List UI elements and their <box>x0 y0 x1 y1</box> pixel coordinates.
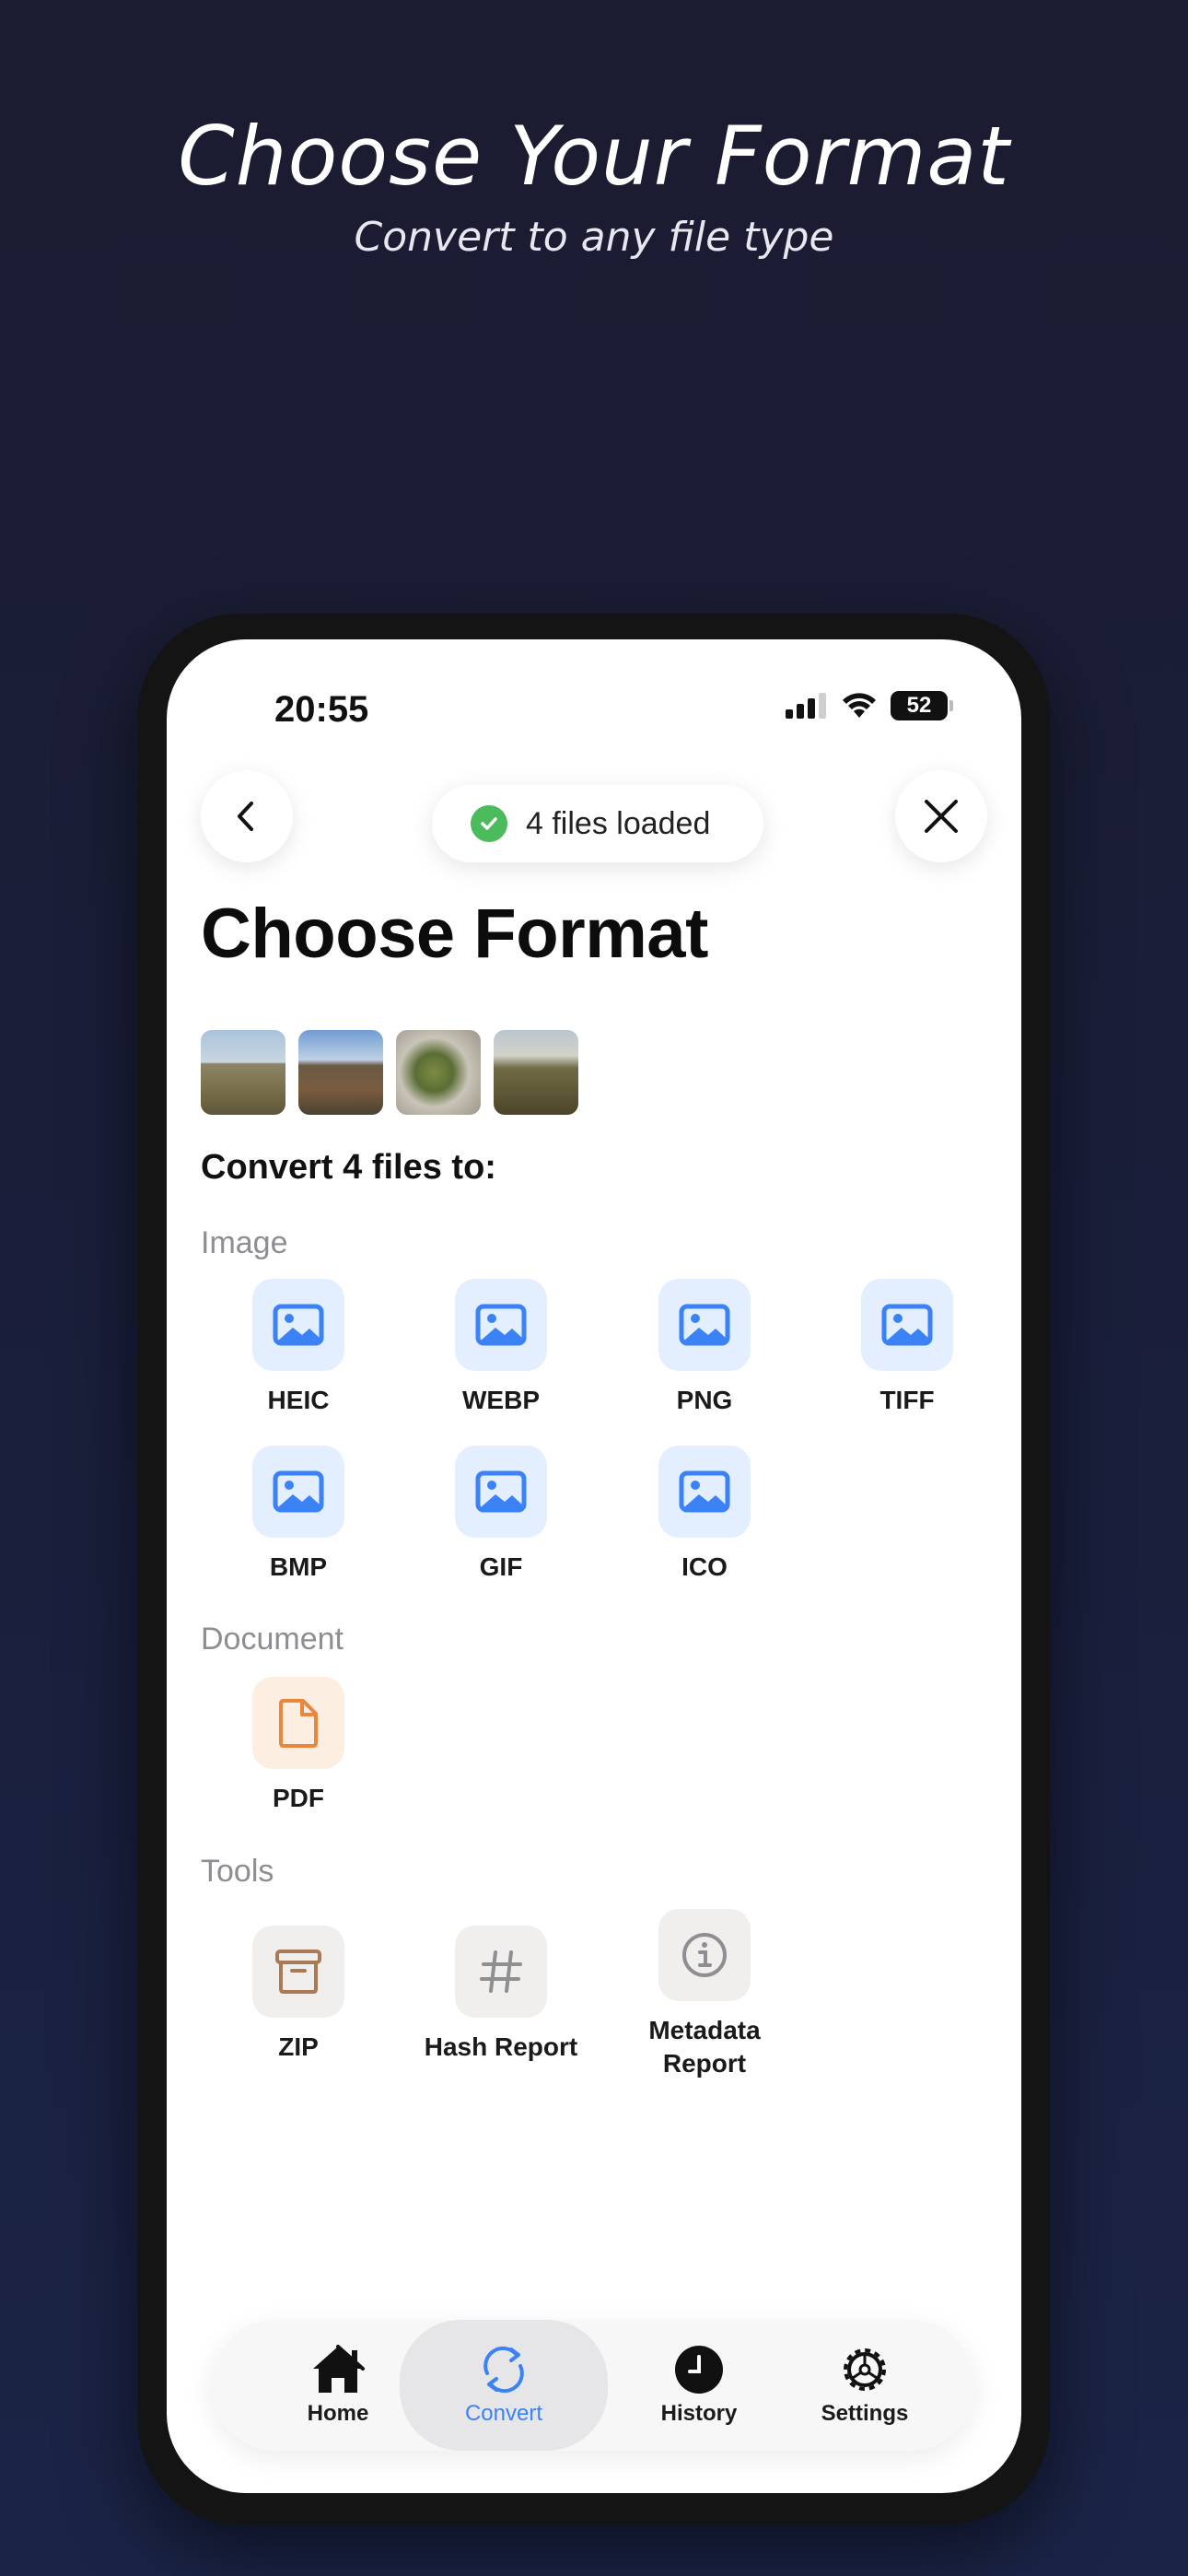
back-button[interactable] <box>201 770 293 862</box>
tool-zip[interactable]: ZIP <box>206 1926 390 2064</box>
tab-history[interactable]: History <box>625 2320 773 2451</box>
tab-label: Settings <box>821 2401 909 2426</box>
format-label: WEBP <box>462 1386 540 1414</box>
format-label: TIFF <box>879 1386 935 1414</box>
document-icon <box>252 1677 344 1769</box>
format-label: BMP <box>269 1552 328 1581</box>
format-label: GIF <box>479 1552 523 1581</box>
image-icon <box>455 1279 547 1371</box>
section-label-document: Document <box>201 1622 344 1657</box>
format-label: PNG <box>676 1386 733 1414</box>
wifi-icon <box>843 693 876 718</box>
tab-label: History <box>660 2401 738 2426</box>
close-button[interactable] <box>895 770 987 862</box>
section-label-tools: Tools <box>201 1854 274 1889</box>
toast-text: 4 files loaded <box>526 805 711 841</box>
format-tiff[interactable]: TIFF <box>815 1279 999 1417</box>
tool-label: Hash Report <box>424 2032 578 2061</box>
tab-settings[interactable]: Settings <box>791 2320 938 2451</box>
format-png[interactable]: PNG <box>612 1279 797 1417</box>
archive-box-icon <box>252 1926 344 2018</box>
tool-label: Metadata Report <box>648 2016 761 2078</box>
battery-icon: 52 <box>891 691 953 720</box>
tool-metadata-report[interactable]: Metadata Report <box>612 1909 797 2080</box>
hash-icon <box>455 1926 547 2018</box>
image-icon <box>252 1279 344 1371</box>
tab-label: Convert <box>464 2401 543 2426</box>
format-label: PDF <box>273 1784 324 1812</box>
format-label: HEIC <box>267 1386 330 1414</box>
image-icon <box>658 1446 751 1538</box>
file-thumbnail[interactable] <box>298 1030 383 1115</box>
page-title: Choose Format <box>201 895 708 973</box>
file-thumbnail[interactable] <box>494 1030 578 1115</box>
clock-icon <box>625 2342 773 2397</box>
gear-icon <box>791 2342 938 2397</box>
info-icon <box>658 1909 751 2001</box>
format-webp[interactable]: WEBP <box>409 1279 593 1417</box>
tab-convert[interactable]: Convert <box>400 2320 608 2451</box>
tool-label: ZIP <box>278 2032 319 2061</box>
files-loaded-toast: 4 files loaded <box>432 785 763 862</box>
file-thumbnail[interactable] <box>396 1030 481 1115</box>
convert-arrows-icon <box>400 2342 608 2397</box>
image-icon <box>252 1446 344 1538</box>
format-ico[interactable]: ICO <box>612 1446 797 1584</box>
file-thumbnail[interactable] <box>201 1030 285 1115</box>
image-icon <box>658 1279 751 1371</box>
hero-subtitle: Convert to any file type <box>354 214 834 261</box>
format-bmp[interactable]: BMP <box>206 1446 390 1584</box>
format-pdf[interactable]: PDF <box>206 1677 390 1815</box>
close-icon <box>925 800 958 833</box>
tab-label: Home <box>307 2401 369 2426</box>
chevron-left-icon <box>238 802 253 831</box>
tab-bar: Home Convert History Settings <box>211 2320 975 2451</box>
section-label-image: Image <box>201 1225 288 1260</box>
format-gif[interactable]: GIF <box>409 1446 593 1584</box>
tab-home[interactable]: Home <box>264 2320 412 2451</box>
status-time: 20:55 <box>274 689 369 730</box>
image-icon <box>455 1446 547 1538</box>
home-icon <box>264 2342 412 2397</box>
check-circle-icon <box>471 805 507 842</box>
cellular-signal-icon <box>786 693 826 719</box>
status-icons: 52 <box>786 691 953 720</box>
hero-title: Choose Your Format <box>178 109 1010 204</box>
format-heic[interactable]: HEIC <box>206 1279 390 1417</box>
app-screen: 20:55 52 4 files loaded Choose Format Co… <box>167 639 1021 2493</box>
tool-hash-report[interactable]: Hash Report <box>409 1926 593 2064</box>
convert-heading: Convert 4 files to: <box>201 1148 496 1187</box>
format-label: ICO <box>681 1552 728 1581</box>
image-icon <box>861 1279 953 1371</box>
file-thumbnails <box>201 1030 578 1115</box>
